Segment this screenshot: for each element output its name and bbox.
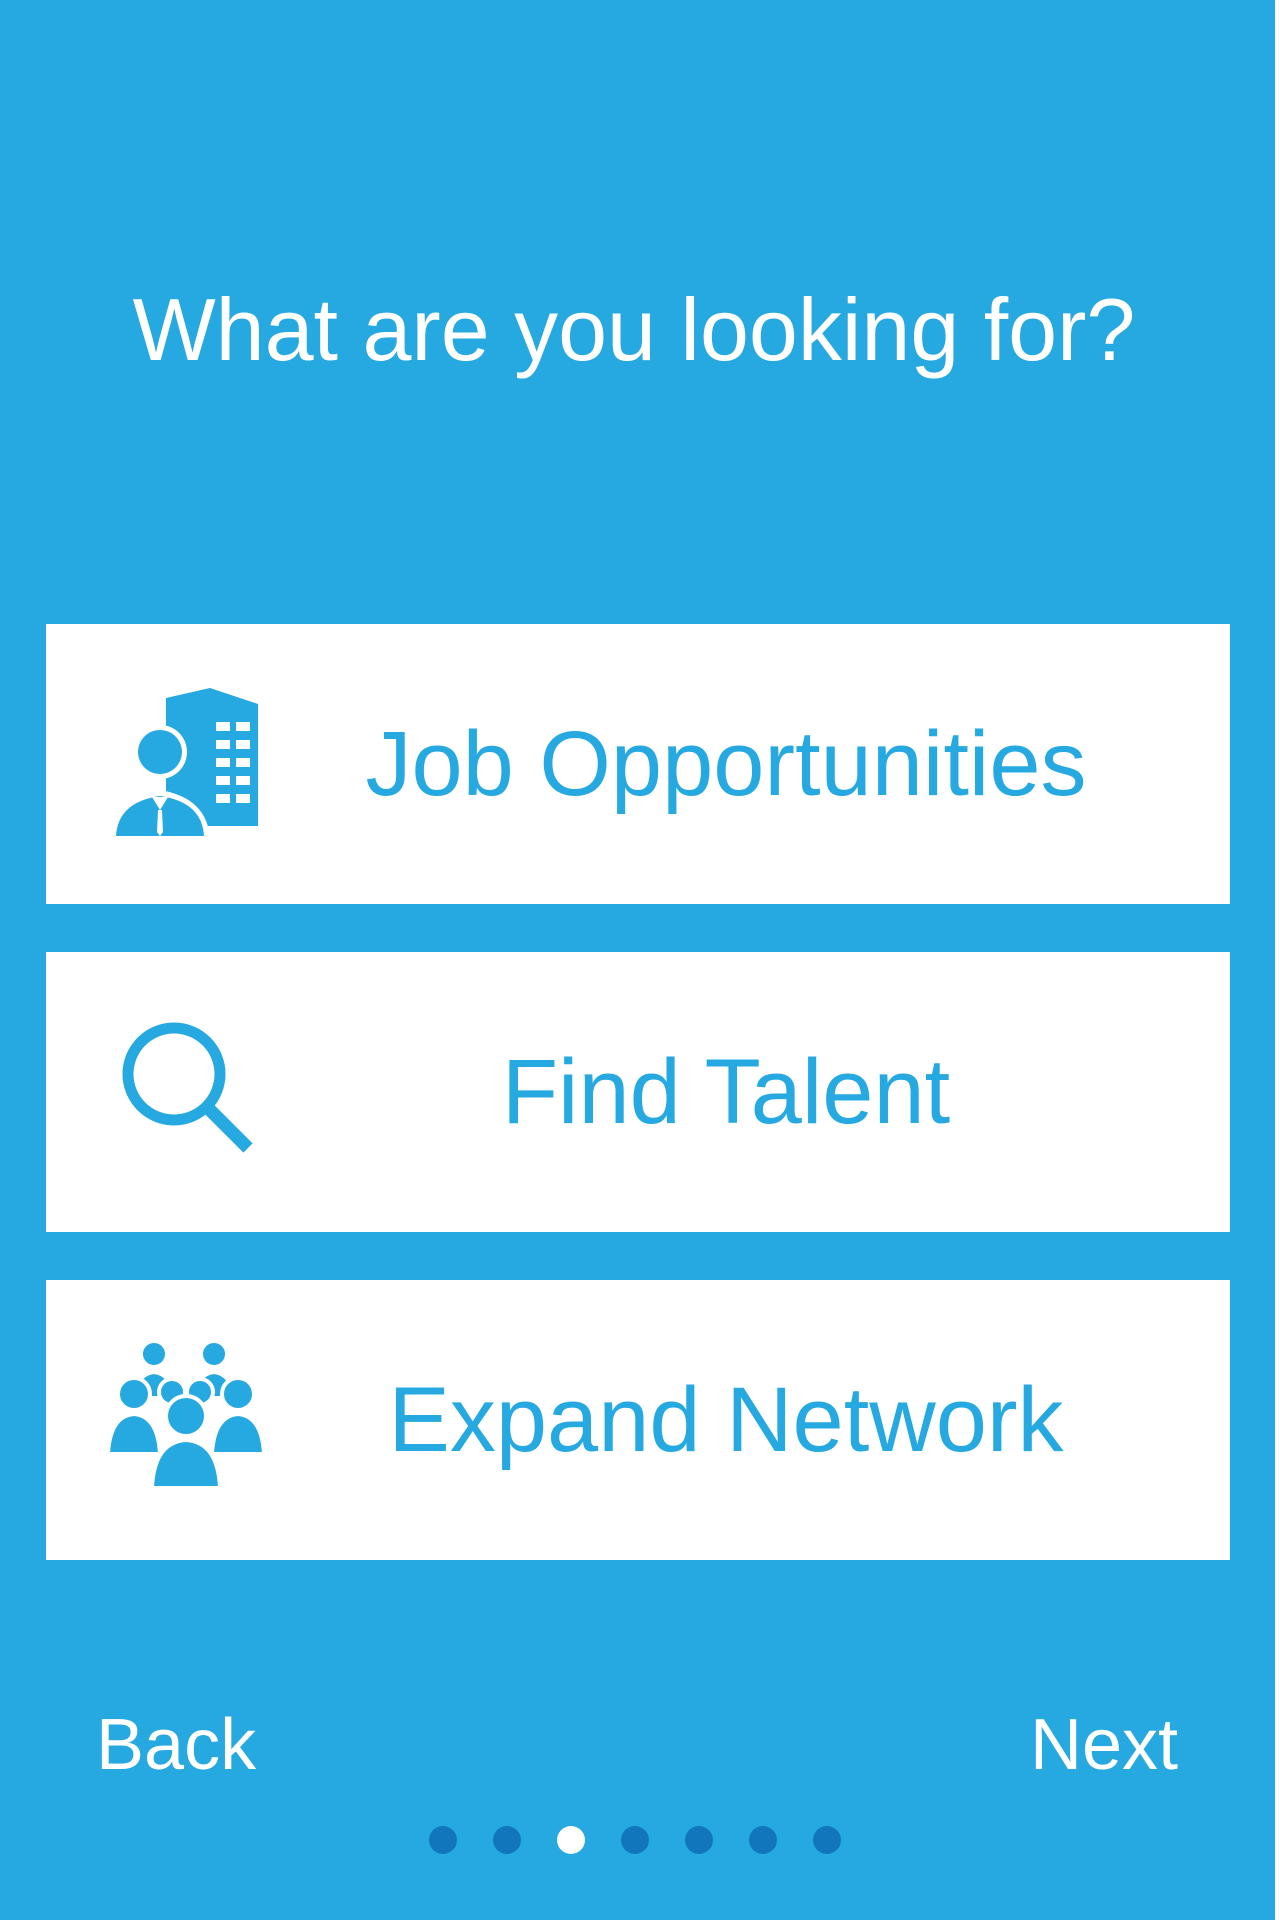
page-dot[interactable] (429, 1826, 457, 1854)
page-dot[interactable] (813, 1826, 841, 1854)
page-dot-active[interactable] (557, 1826, 585, 1854)
find-talent-label: Find Talent (501, 1041, 951, 1143)
page-dot[interactable] (749, 1826, 777, 1854)
next-button[interactable]: Next (1030, 1700, 1178, 1790)
onboarding-screen: What are you looking for? Job Opportunit… (0, 0, 1280, 1920)
job-opportunities-label: Job Opportunities (365, 713, 1087, 815)
find-talent-option[interactable]: Find Talent (46, 952, 1230, 1232)
building-person-icon (108, 686, 264, 842)
search-icon (108, 1014, 264, 1170)
expand-network-option[interactable]: Expand Network (46, 1280, 1230, 1560)
people-group-icon (108, 1342, 264, 1498)
page-dot[interactable] (685, 1826, 713, 1854)
page-title: What are you looking for? (132, 280, 1136, 379)
expand-network-label: Expand Network (388, 1369, 1064, 1471)
pagination-dots (0, 1826, 1280, 1856)
page-dot[interactable] (493, 1826, 521, 1854)
job-opportunities-option[interactable]: Job Opportunities (46, 624, 1230, 904)
page-dot[interactable] (621, 1826, 649, 1854)
back-button[interactable]: Back (96, 1700, 256, 1790)
